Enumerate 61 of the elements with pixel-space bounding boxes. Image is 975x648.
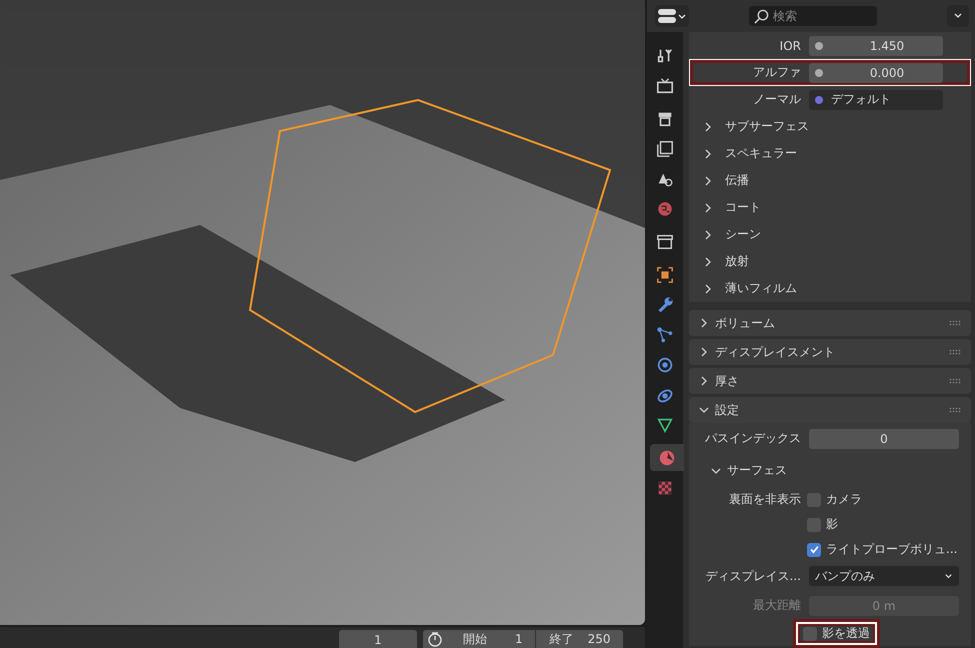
checkbox-label: ライトプローブボリュ...: [826, 541, 958, 558]
property-label: 最大距離: [752, 597, 802, 614]
checkbox[interactable]: [803, 626, 817, 640]
chevron-icon: [703, 230, 713, 240]
checkbox[interactable]: [807, 518, 821, 532]
start-frame-field[interactable]: 開始 1: [449, 629, 535, 648]
subpanel-header[interactable]: 放射: [689, 248, 971, 275]
drag-grip-icon[interactable]: [949, 320, 961, 326]
subpanel-header[interactable]: サブサーフェス: [689, 113, 971, 140]
subpanel-header[interactable]: スペキュラー: [689, 140, 971, 167]
chevron-icon: [703, 176, 713, 186]
checkbox-label: 影を透過: [822, 625, 870, 642]
chevron-icon: [703, 148, 713, 158]
property-label: ノーマル: [752, 91, 802, 108]
number-field[interactable]: 0: [809, 428, 959, 448]
property-label: IOR: [778, 38, 802, 52]
chevron-icon: [699, 318, 709, 328]
subpanel-header[interactable]: サーフェス: [689, 454, 971, 487]
value-slider[interactable]: 0.000: [809, 62, 943, 82]
drag-grip-icon[interactable]: [949, 378, 961, 384]
checkbox-label: カメラ: [826, 491, 862, 508]
caret-icon: [944, 572, 953, 580]
current-frame-field[interactable]: 1: [339, 630, 417, 648]
panel-header[interactable]: ディスプレイスメント: [689, 339, 971, 365]
chevron-icon: [703, 256, 713, 266]
end-frame-field[interactable]: 終了 250: [534, 629, 623, 648]
checkbox-option[interactable]: カメラ: [803, 489, 866, 510]
checkbox[interactable]: [807, 542, 821, 556]
property-label: 裏面を非表示: [729, 492, 801, 506]
link-field[interactable]: デフォルト: [809, 90, 943, 110]
property-label: アルファ: [752, 64, 802, 81]
chevron-icon: [699, 405, 709, 415]
options-dropdown-button[interactable]: [947, 5, 969, 27]
search-field[interactable]: 検索: [749, 6, 877, 26]
panel-header[interactable]: ボリューム: [689, 310, 971, 336]
subpanel-header[interactable]: 薄いフィルム: [689, 275, 971, 302]
property-label: ディスプレイス...: [704, 568, 802, 584]
value-slider[interactable]: 1.450: [809, 36, 943, 56]
property-label: パスインデックス: [704, 430, 802, 447]
panel-header[interactable]: 厚さ: [689, 368, 971, 394]
drag-grip-icon[interactable]: [949, 349, 961, 355]
chevron-icon: [711, 466, 721, 476]
search-icon: [754, 9, 769, 24]
chevron-icon: [699, 347, 709, 357]
subpanel-header[interactable]: コート: [689, 194, 971, 221]
checkbox-label: 影: [826, 516, 838, 533]
checkbox[interactable]: [807, 492, 821, 506]
panel-header[interactable]: 設定: [689, 397, 971, 423]
subpanel-header[interactable]: 伝播: [689, 167, 971, 194]
material-tab-icon[interactable]: [650, 444, 684, 471]
subpanel-header[interactable]: シーン: [689, 221, 971, 248]
chevron-icon: [703, 122, 713, 132]
stopwatch-icon[interactable]: [427, 631, 443, 647]
drag-grip-icon[interactable]: [949, 407, 961, 413]
editor-type-icon: [657, 7, 687, 25]
chevron-icon: [703, 202, 713, 212]
chevron-icon: [703, 284, 713, 294]
editor-type-button[interactable]: [655, 5, 689, 27]
checkbox-option[interactable]: 影: [803, 514, 842, 535]
chevron-icon: [699, 376, 709, 386]
dropdown-field[interactable]: バンプのみ: [809, 566, 959, 586]
